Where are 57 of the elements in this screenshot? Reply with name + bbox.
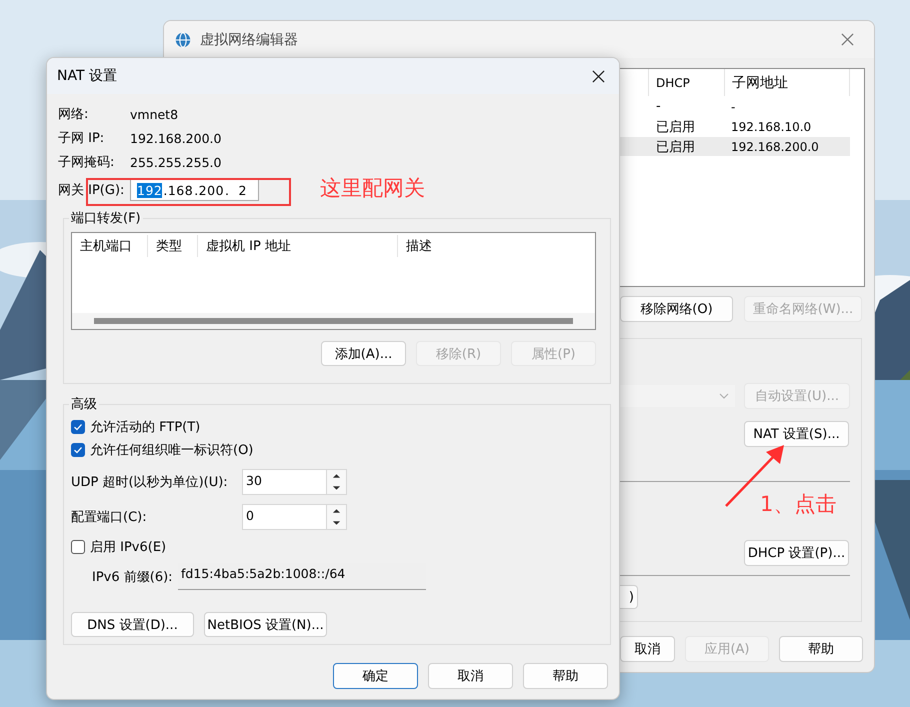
field-label: 子网掩码: [58,154,116,171]
ip-address-field[interactable]: 192.168.200. 2 [130,179,259,201]
close-icon[interactable] [592,70,605,82]
dialog-button[interactable]: 取消 [620,636,675,662]
annotation-text: 这里配网关 [320,175,425,202]
column-header[interactable]: 描述 [398,235,432,257]
field-value: vmnet8 [130,106,178,122]
field-label: 网络: [58,106,90,123]
table-cell-text: 192.168.200.0 [730,140,819,154]
checkbox[interactable] [71,420,85,434]
column-header[interactable]: 主机端口 [72,235,148,257]
table-cell-text: 已启用 [655,118,696,136]
checkbox-option[interactable]: 允许活动的 FTP(T) [71,415,596,438]
column-header[interactable]: 类型 [148,235,198,257]
group-label: 高级 [70,396,98,413]
field-label: 网关 IP(G): [58,182,126,199]
dhcp-settings-button[interactable]: DHCP 设置(P)... [744,540,849,566]
table-cell-text: 已启用 [655,138,696,156]
horizontal-scrollbar[interactable] [72,313,595,329]
chevron-down-icon [719,393,729,399]
table-cell-text: - [730,100,736,114]
window-title: 虚拟网络编辑器 [200,30,298,48]
network-button[interactable]: 移除网络(O) [620,296,733,322]
settings-button[interactable]: NetBIOS 设置(N)... [204,612,327,637]
checkbox[interactable] [71,442,85,456]
field-label: UDP 超时(以秒为单位)(U): [71,474,229,491]
dialog-button[interactable]: 确定 [333,663,418,689]
number-spinner[interactable]: 30 [242,469,347,495]
table-cell-text: 192.168.10.0 [730,120,812,134]
column-header[interactable]: 子网地址 [724,69,850,96]
field-label: 子网 IP: [58,130,106,147]
dialog-button[interactable]: 取消 [428,663,513,689]
network-globe-icon [174,30,192,48]
dialog-title: NAT 设置 [57,67,117,85]
checkbox-option[interactable]: 允许任何组织唯一标识符(O) [71,438,596,461]
table-row[interactable]: 已启用 192.168.10.0 [620,117,850,136]
nat-settings-button[interactable]: NAT 设置(S)... [744,421,849,447]
port-forward-list[interactable]: 主机端口 类型 虚拟机 IP 地址 描述 [71,232,596,330]
table-row[interactable]: - - [620,97,850,116]
partial-button[interactable]: ) [620,585,638,609]
annotation-text: 1、点击 [760,491,836,518]
checkbox[interactable] [71,540,85,554]
number-spinner[interactable]: 0 [242,504,347,530]
settings-button[interactable]: DNS 设置(D)... [71,612,194,637]
group-label: 端口转发(F) [70,210,142,227]
table-cell-text: - [655,99,662,114]
field-value: 255.255.255.0 [130,154,222,170]
column-header[interactable]: DHCP [648,69,724,96]
field-label: IPv6 前缀(6): [91,568,174,586]
dialog-button[interactable]: 帮助 [779,636,863,662]
field-label: 配置端口(C): [71,509,148,526]
table-row[interactable]: 已启用 192.168.200.0 [620,137,850,156]
checkbox-option[interactable]: 启用 IPv6(E) [71,535,596,558]
list-button[interactable]: 添加(A)... [321,341,406,366]
column-header[interactable]: 虚拟机 IP 地址 [198,235,398,257]
field-value: 192.168.200.0 [130,130,222,146]
dialog-button[interactable]: 帮助 [523,663,608,689]
